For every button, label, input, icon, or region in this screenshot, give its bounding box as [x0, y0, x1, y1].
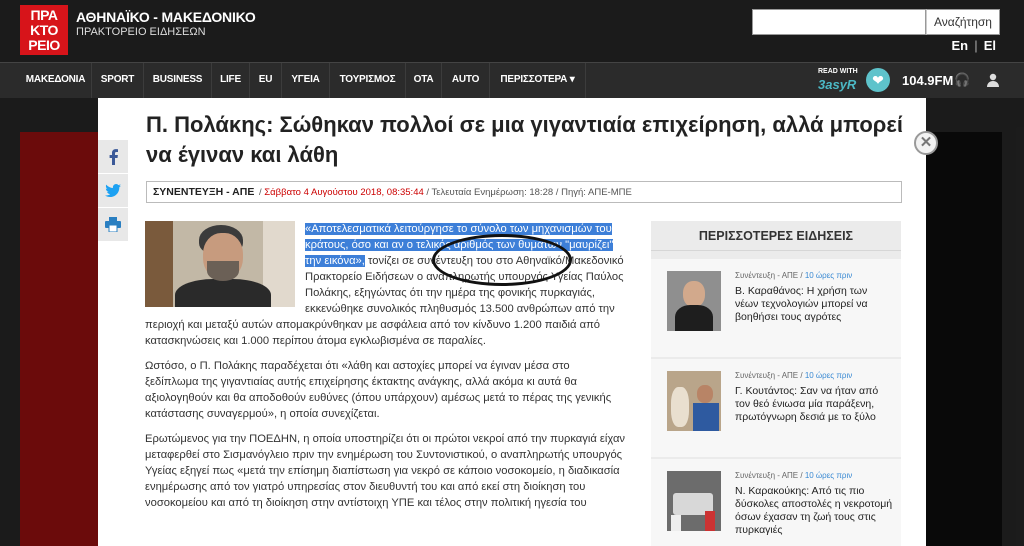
- nav-item-auto[interactable]: AUTO: [442, 63, 490, 98]
- radio-link[interactable]: 104.9FM: [902, 73, 953, 88]
- user-icon[interactable]: [985, 72, 1001, 88]
- nav-item-eu[interactable]: EU: [250, 63, 282, 98]
- sidebar-heading: ΠΕΡΙΣΣΟΤΕΡΕΣ ΕΙΔΗΣΕΙΣ: [651, 221, 901, 251]
- article-title: Π. Πολάκης: Σώθηκαν πολλοί σε μια γιγαντ…: [146, 112, 903, 167]
- meta-separator: /: [553, 187, 562, 198]
- twitter-icon: [105, 183, 121, 197]
- brand-line-2: ΠΡΑΚΤΟΡΕΙΟ ΕΙΔΗΣΕΩΝ: [76, 26, 206, 38]
- news-kicker: Συνέντευξη - ΑΠΕ / 10 ώρες πριν: [735, 471, 852, 480]
- print-button[interactable]: [98, 208, 128, 242]
- news-time: 10 ώρες πριν: [804, 271, 853, 280]
- lang-en-link[interactable]: En: [951, 38, 968, 53]
- photo-background: [145, 221, 173, 307]
- brand-name[interactable]: ΑΘΗΝΑΪΚΟ - ΜΑΚΕΔΟΝΙΚΟ ΠΡΑΚΤΟΡΕΙΟ ΕΙΔΗΣΕΩ…: [76, 9, 256, 38]
- more-news-sidebar: ΠΕΡΙΣΣΟΤΕΡΕΣ ΕΙΔΗΣΕΙΣ Συνέντευξη - ΑΠΕ /…: [651, 221, 901, 546]
- annotation-circle: [432, 234, 572, 286]
- close-icon[interactable]: ✕: [914, 131, 938, 155]
- news-category: Συνέντευξη - ΑΠΕ /: [735, 271, 805, 280]
- news-time: 10 ώρες πριν: [804, 371, 853, 380]
- article-date: Σάββατο 4 Αυγούστου 2018, 08:35:44: [264, 187, 424, 198]
- background-panel-left: [20, 132, 98, 546]
- share-bar: [98, 140, 128, 242]
- nav-item-ygeia[interactable]: ΥΓΕΙΑ: [282, 63, 330, 98]
- news-item[interactable]: Συνέντευξη - ΑΠΕ / 10 ώρες πριν Ν. Καρακ…: [651, 459, 901, 546]
- meta-separator: /: [423, 187, 432, 198]
- site-logo[interactable]: ΠΡΑ ΚΤΟ ΡΕΙΟ: [20, 5, 68, 55]
- brand-line-1: ΑΘΗΝΑΪΚΟ - ΜΑΚΕΔΟΝΙΚΟ: [76, 9, 256, 25]
- article-updated: Τελευταία Ενημέρωση: 18:28: [431, 187, 554, 198]
- nav-item-life[interactable]: LIFE: [212, 63, 250, 98]
- article-meta: ΣΥΝΕΝΤΕΥΞΗ - ΑΠΕ / Σάββατο 4 Αυγούστου 2…: [146, 181, 902, 203]
- nav-item-sport[interactable]: SPORT: [92, 63, 144, 98]
- logo-line-3: ΡΕΙΟ: [28, 37, 60, 53]
- search-button[interactable]: Αναζήτηση: [926, 9, 1000, 35]
- news-item[interactable]: Συνέντευξη - ΑΠΕ / 10 ώρες πριν Β. Καραθ…: [651, 259, 901, 357]
- read-with-label: READ WITH: [818, 68, 858, 75]
- nav-item-ota[interactable]: ΟΤΑ: [406, 63, 442, 98]
- article-paragraph: Ερωτώμενος για την ΠΟΕΔΗΝ, η οποία υποστ…: [145, 433, 626, 509]
- search-input[interactable]: [752, 9, 926, 35]
- logo-line-1: ΠΡΑ: [30, 7, 58, 23]
- print-icon: [105, 217, 121, 232]
- article-category[interactable]: ΣΥΝΕΝΤΕΥΞΗ - ΑΠΕ: [153, 186, 254, 198]
- twitter-share-button[interactable]: [98, 174, 128, 208]
- nav-item-makedonia[interactable]: ΜΑΚΕΔΟΝΙΑ: [20, 63, 92, 98]
- heart-icon[interactable]: ❤: [866, 68, 890, 92]
- article-modal: Π. Πολάκης: Σώθηκαν πολλοί σε μια γιγαντ…: [98, 98, 926, 546]
- headphones-icon[interactable]: 🎧: [954, 72, 970, 88]
- news-headline[interactable]: Γ. Κουτάντος: Σαν να ήταν από τον θεό έν…: [735, 385, 893, 424]
- logo-line-2: ΚΤΟ: [30, 22, 58, 38]
- language-switcher: En | El: [951, 38, 996, 53]
- background-panel-right: [926, 132, 1002, 546]
- news-thumbnail[interactable]: [667, 371, 721, 431]
- easyr-logo[interactable]: 3asyR: [818, 77, 856, 92]
- news-headline[interactable]: Ν. Καρακούκης: Από τις πιο δύσκολες αποσ…: [735, 485, 893, 537]
- main-nav: ΜΑΚΕΔΟΝΙΑ SPORT BUSINESS LIFE EU ΥΓΕΙΑ Τ…: [0, 62, 1024, 98]
- news-category: Συνέντευξη - ΑΠΕ /: [735, 471, 805, 480]
- lang-separator: |: [974, 38, 978, 53]
- news-kicker: Συνέντευξη - ΑΠΕ / 10 ώρες πριν: [735, 271, 852, 280]
- lang-el-link[interactable]: El: [984, 38, 996, 53]
- news-thumbnail[interactable]: [667, 471, 721, 531]
- news-category: Συνέντευξη - ΑΠΕ /: [735, 371, 805, 380]
- article-paragraph: Ωστόσο, ο Π. Πολάκης παραδέχεται ότι «λά…: [145, 360, 612, 420]
- photo-person: [207, 261, 239, 281]
- news-kicker: Συνέντευξη - ΑΠΕ / 10 ώρες πριν: [735, 371, 852, 380]
- article-source: Πηγή: ΑΠΕ-ΜΠΕ: [561, 187, 632, 198]
- nav-item-more[interactable]: ΠΕΡΙΣΣΟΤΕΡΑ: [490, 63, 586, 98]
- facebook-share-button[interactable]: [98, 140, 128, 174]
- photo-person: [175, 279, 271, 307]
- article-photo[interactable]: [145, 221, 295, 307]
- news-item[interactable]: Συνέντευξη - ΑΠΕ / 10 ώρες πριν Γ. Κουτά…: [651, 359, 901, 457]
- nav-item-tourismos[interactable]: ΤΟΥΡΙΣΜΟΣ: [330, 63, 406, 98]
- news-headline[interactable]: Β. Καραθάνος: Η χρήση των νέων τεχνολογι…: [735, 285, 893, 324]
- news-time: 10 ώρες πριν: [804, 471, 853, 480]
- top-header: ΠΡΑ ΚΤΟ ΡΕΙΟ ΑΘΗΝΑΪΚΟ - ΜΑΚΕΔΟΝΙΚΟ ΠΡΑΚΤ…: [0, 0, 1024, 62]
- nav-item-business[interactable]: BUSINESS: [144, 63, 212, 98]
- news-thumbnail[interactable]: [667, 271, 721, 331]
- facebook-icon: [109, 148, 118, 165]
